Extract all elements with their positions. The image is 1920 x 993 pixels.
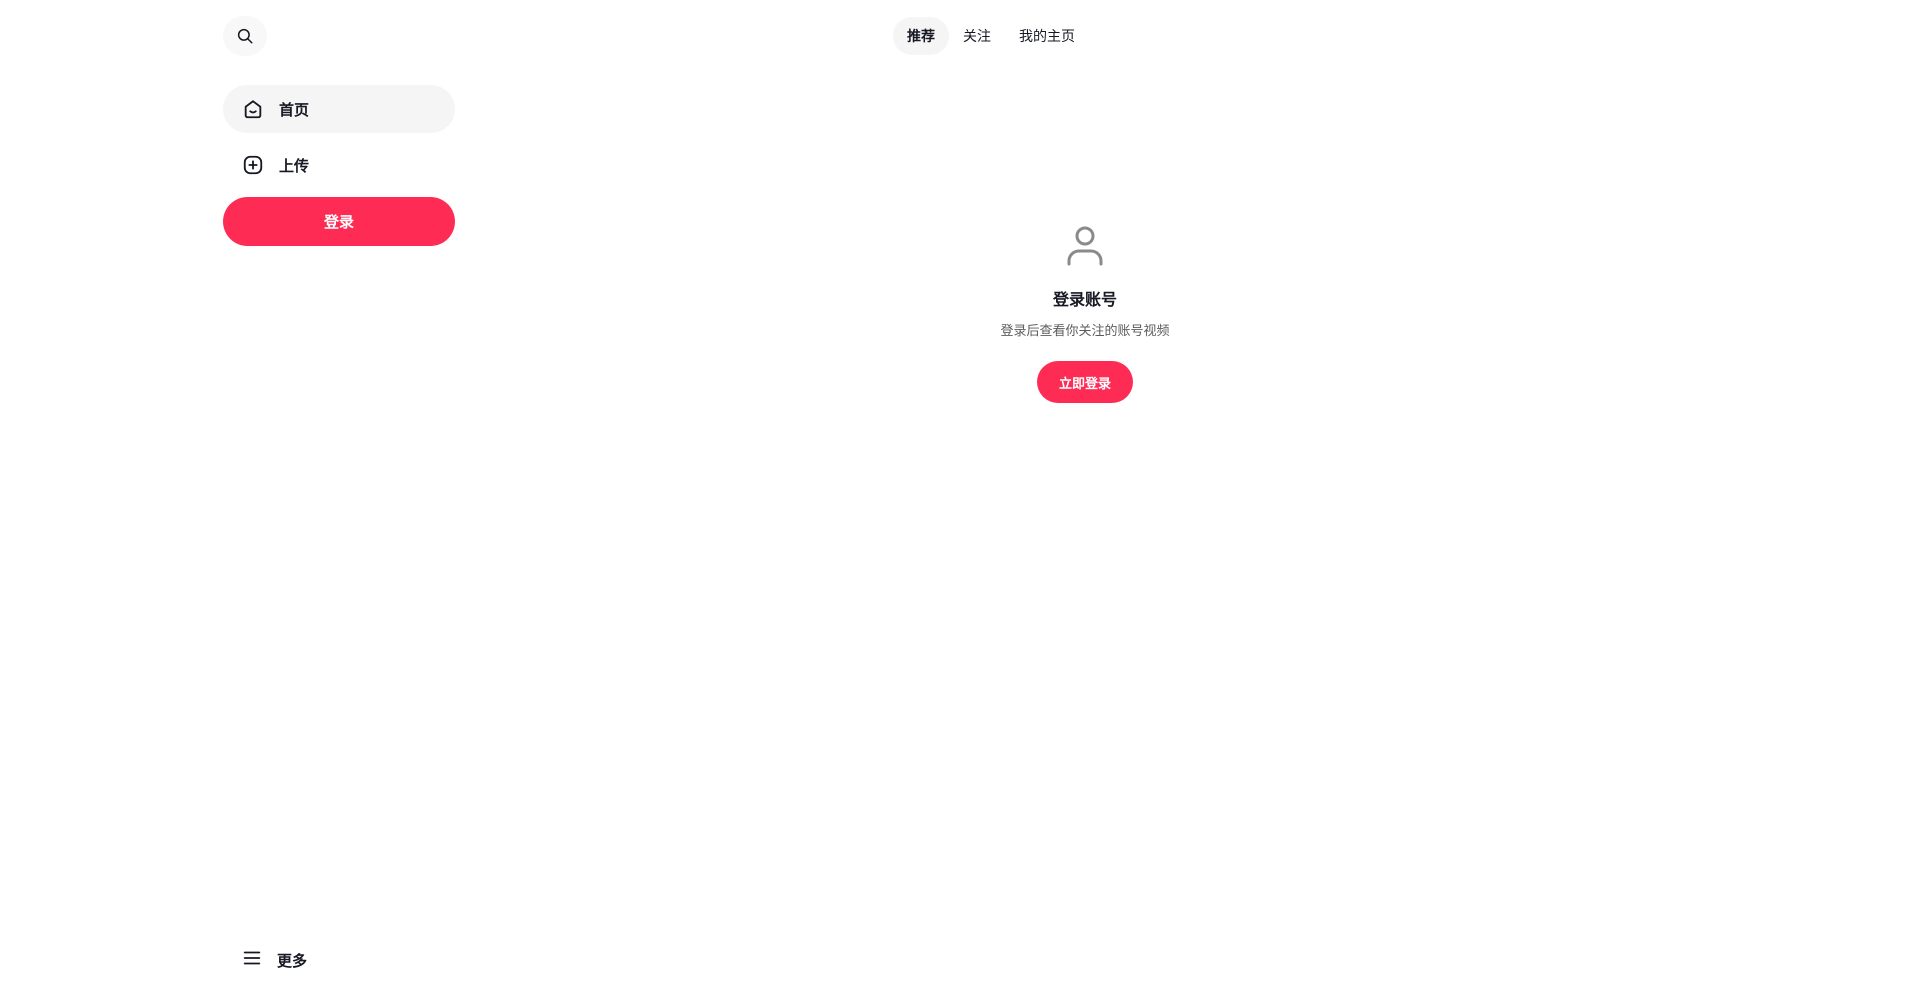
sidebar-item-home[interactable]: 首页: [223, 85, 455, 133]
empty-state-title: 登录账号: [1052, 290, 1117, 309]
home-icon: [241, 97, 265, 121]
search-button[interactable]: [223, 16, 267, 56]
tab-following[interactable]: 关注: [949, 17, 1005, 55]
app-root: 首页 上传 登录 更多 推荐 关注 我的主页 登录账号 登录后查看你关注的账号视…: [0, 0, 1920, 993]
search-icon: [237, 28, 253, 44]
sidebar-item-upload[interactable]: 上传: [223, 141, 455, 189]
empty-state-subtitle: 登录后查看你关注的账号视频: [1000, 324, 1170, 339]
sidebar-item-more[interactable]: 更多: [223, 940, 455, 980]
top-tabs: 推荐 关注 我的主页: [893, 17, 1089, 55]
tab-recommended[interactable]: 推荐: [893, 17, 949, 55]
plus-square-icon: [241, 153, 265, 177]
sidebar: 首页 上传 登录 更多: [223, 0, 455, 993]
tab-profile[interactable]: 我的主页: [1005, 17, 1089, 55]
sidebar-item-label: 上传: [279, 156, 310, 175]
sidebar-item-label: 首页: [279, 100, 310, 119]
login-button[interactable]: 立即登录: [1037, 361, 1133, 403]
user-icon: [1067, 226, 1103, 266]
sidebar-item-label: 更多: [277, 951, 308, 970]
login-empty-state: 登录账号 登录后查看你关注的账号视频 立即登录: [985, 222, 1185, 403]
menu-icon: [241, 947, 263, 973]
sidebar-login-button[interactable]: 登录: [223, 197, 455, 246]
